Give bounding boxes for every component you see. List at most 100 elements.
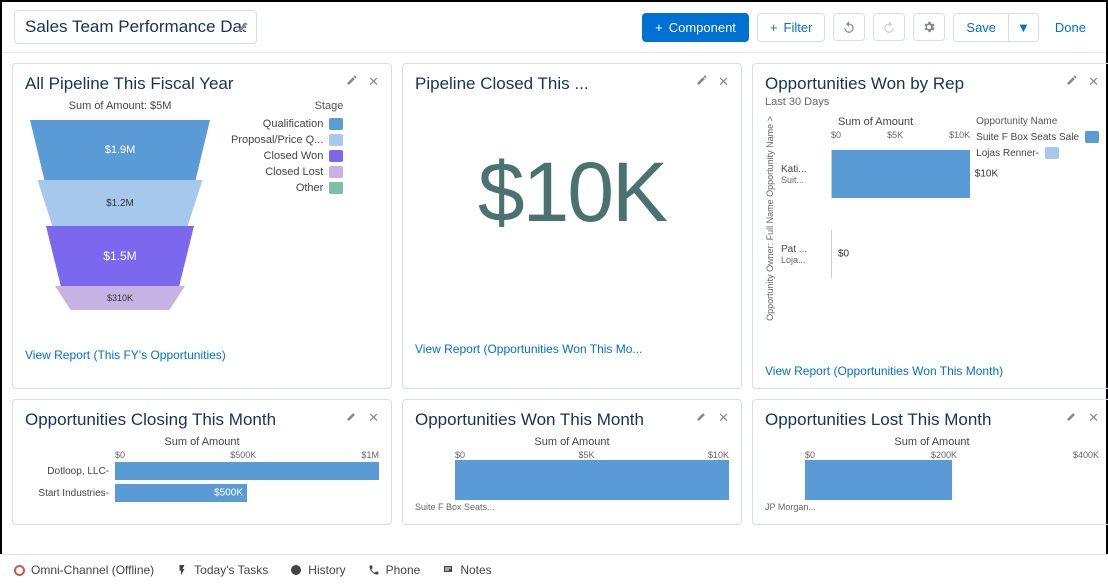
settings-button[interactable] bbox=[913, 13, 945, 41]
chart-row: Kati...Suit... $10K bbox=[781, 144, 970, 204]
pencil-icon[interactable] bbox=[237, 21, 249, 33]
legend-label: Qualification bbox=[263, 118, 324, 130]
chevron-down-icon: ▼ bbox=[1017, 20, 1030, 35]
card-title: Opportunities Won This Month bbox=[415, 410, 644, 430]
legend-label: Lojas Renner- bbox=[976, 148, 1039, 159]
tick: $5K bbox=[578, 450, 594, 460]
history-item[interactable]: History bbox=[290, 563, 345, 577]
swatch bbox=[329, 150, 343, 162]
legend-item: Qualification bbox=[231, 118, 343, 130]
tasks-label: Today's Tasks bbox=[194, 563, 268, 577]
legend-label: Closed Lost bbox=[265, 166, 323, 178]
card-title: Pipeline Closed This ... bbox=[415, 74, 589, 94]
clock-icon bbox=[290, 564, 302, 576]
redo-button[interactable] bbox=[873, 13, 905, 41]
pencil-icon[interactable] bbox=[346, 410, 358, 426]
x-ticks: $0$5K$10K bbox=[415, 450, 729, 460]
chart-title: Sum of Amount bbox=[25, 436, 379, 448]
legend-item: Closed Won bbox=[231, 150, 343, 162]
bar bbox=[805, 460, 952, 500]
card-pipeline-fy: All Pipeline This Fiscal Year ✕ Sum of A… bbox=[12, 63, 392, 389]
bar-label: $0 bbox=[838, 249, 998, 260]
dashboard-title-input[interactable] bbox=[14, 10, 257, 44]
chart-title: Sum of Amount bbox=[765, 436, 1099, 448]
card-won-month: Opportunities Won This Month ✕ Sum of Am… bbox=[402, 399, 742, 525]
card-title: Opportunities Closing This Month bbox=[25, 410, 276, 430]
view-report-link[interactable]: View Report (This FY's Opportunities) bbox=[25, 348, 379, 362]
legend-title: Stage bbox=[231, 100, 343, 112]
tick: $0 bbox=[831, 130, 841, 140]
bar: $500K bbox=[115, 484, 247, 502]
view-report-link[interactable]: View Report (Opportunities Won This Mo..… bbox=[415, 342, 729, 356]
chart-row: Dotloop, LLC-$1M bbox=[25, 460, 379, 482]
dashboard-title-wrap bbox=[14, 10, 257, 44]
tick: $0 bbox=[115, 450, 125, 460]
close-icon[interactable]: ✕ bbox=[368, 410, 379, 426]
legend-title: Opportunity Name bbox=[976, 116, 1099, 127]
notes-icon bbox=[442, 564, 454, 576]
card-closing-month: Opportunities Closing This Month ✕ Sum o… bbox=[12, 399, 392, 525]
bar: $10K bbox=[832, 150, 970, 198]
phone-label: Phone bbox=[386, 563, 421, 577]
card-title: Opportunities Won by Rep bbox=[765, 74, 964, 94]
add-component-button[interactable]: + Component bbox=[642, 13, 749, 42]
undo-button[interactable] bbox=[833, 13, 865, 41]
bar-label: $500K bbox=[214, 488, 243, 499]
view-report-link[interactable]: View Report (Opportunities Won This Mont… bbox=[765, 364, 1099, 378]
pencil-icon[interactable] bbox=[1066, 74, 1078, 90]
add-filter-button[interactable]: + Filter bbox=[757, 13, 825, 42]
x-ticks: $0$500K$1M bbox=[25, 450, 379, 460]
chart-title: Sum of Amount bbox=[415, 436, 729, 448]
card-title: Opportunities Lost This Month bbox=[765, 410, 991, 430]
history-label: History bbox=[308, 563, 345, 577]
legend-label: Other bbox=[296, 182, 324, 194]
add-filter-label: Filter bbox=[784, 20, 813, 35]
swatch bbox=[329, 166, 343, 178]
card-title: All Pipeline This Fiscal Year bbox=[25, 74, 234, 94]
pencil-icon[interactable] bbox=[696, 410, 708, 426]
done-button[interactable]: Done bbox=[1047, 14, 1094, 41]
metric-value: $10K bbox=[415, 94, 729, 241]
close-icon[interactable]: ✕ bbox=[718, 410, 729, 426]
close-icon[interactable]: ✕ bbox=[718, 74, 729, 90]
close-icon[interactable]: ✕ bbox=[1088, 410, 1099, 426]
funnel-seg-1: $1.9M bbox=[30, 120, 210, 180]
plus-icon: + bbox=[770, 20, 778, 35]
legend-item: Proposal/Price Q... bbox=[231, 134, 343, 146]
close-icon[interactable]: ✕ bbox=[368, 74, 379, 90]
notes-item[interactable]: Notes bbox=[442, 563, 491, 577]
legend-label: Proposal/Price Q... bbox=[231, 134, 323, 146]
save-button[interactable]: Save bbox=[953, 13, 1009, 42]
toolbar: + Component + Filter Save ▼ Done bbox=[2, 2, 1106, 53]
save-dropdown-button[interactable]: ▼ bbox=[1009, 13, 1039, 42]
tick: $10K bbox=[949, 130, 970, 140]
phone-item[interactable]: Phone bbox=[368, 563, 421, 577]
pencil-icon[interactable] bbox=[696, 74, 708, 90]
card-won-by-rep: Opportunities Won by Rep Last 30 Days ✕ … bbox=[752, 63, 1108, 389]
swatch bbox=[1085, 131, 1099, 143]
tick: $5K bbox=[887, 130, 903, 140]
x-ticks: $0$200K$400K bbox=[765, 450, 1099, 460]
tick: $1M bbox=[361, 450, 379, 460]
legend-label: Closed Won bbox=[264, 150, 324, 162]
legend-item: Closed Lost bbox=[231, 166, 343, 178]
card-pipeline-closed: Pipeline Closed This ... ✕ $10K View Rep… bbox=[402, 63, 742, 389]
legend-item: Lojas Renner- bbox=[976, 147, 1099, 159]
funnel-legend: Stage Qualification Proposal/Price Q... … bbox=[231, 100, 343, 310]
status-ring-icon bbox=[14, 565, 25, 576]
close-icon[interactable]: ✕ bbox=[1088, 74, 1099, 90]
bar: $1M bbox=[115, 462, 379, 480]
pencil-icon[interactable] bbox=[346, 74, 358, 90]
save-button-group: Save ▼ bbox=[953, 13, 1039, 42]
pencil-icon[interactable] bbox=[1066, 410, 1078, 426]
bar-label: $10K bbox=[975, 169, 998, 180]
swatch bbox=[329, 182, 343, 194]
x-ticks: $0 $5K $10K bbox=[781, 130, 970, 144]
omni-channel-item[interactable]: Omni-Channel (Offline) bbox=[14, 563, 154, 577]
chart-legend: Opportunity Name Suite F Box Seats Sale … bbox=[976, 116, 1099, 321]
todays-tasks-item[interactable]: Today's Tasks bbox=[176, 563, 268, 577]
legend-label: Suite F Box Seats Sale bbox=[976, 132, 1079, 143]
tick: $400K bbox=[1073, 450, 1099, 460]
row-category: Suite F Box Seats... bbox=[415, 502, 729, 512]
utility-bar: Omni-Channel (Offline) Today's Tasks His… bbox=[0, 554, 1108, 585]
